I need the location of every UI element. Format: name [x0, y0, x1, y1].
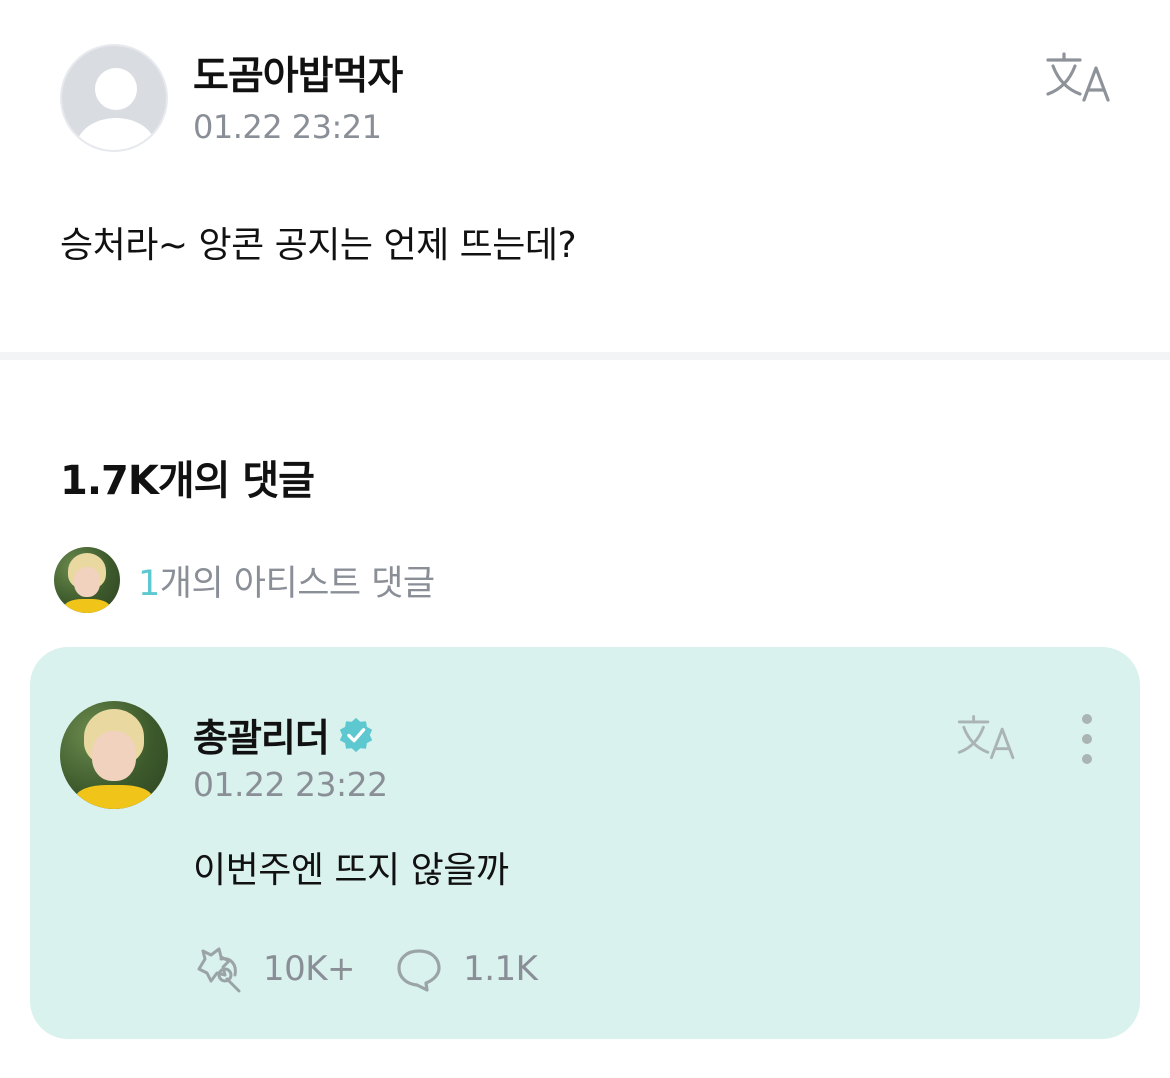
default-avatar-icon[interactable]	[60, 44, 168, 152]
translate-icon[interactable]	[1044, 50, 1114, 106]
comment-actions: 10K+ 1.1K	[193, 945, 538, 993]
comment-bubble-icon	[397, 949, 441, 992]
post-body-text: 승처라~ 앙콘 공지는 언제 뜨는데?	[60, 225, 577, 266]
section-divider	[0, 352, 1170, 360]
comment-author-row: 총괄리더	[193, 707, 375, 762]
reply-count: 1.1K	[463, 949, 538, 989]
artist-avatar[interactable]	[60, 701, 168, 809]
cheer-icon	[197, 947, 241, 993]
artist-thumbnail-avatar	[54, 547, 120, 613]
comment-timestamp: 01.22 23:22	[193, 765, 388, 804]
post-author-name[interactable]: 도곰아밥먹자	[193, 45, 403, 101]
more-vertical-icon[interactable]	[1072, 713, 1102, 765]
artist-comments-filter[interactable]: 1개의 아티스트 댓글	[54, 547, 435, 613]
verified-badge-icon	[339, 717, 372, 752]
comment-author-name[interactable]: 총괄리더	[193, 707, 330, 762]
post-timestamp: 01.22 23:21	[193, 108, 382, 146]
artist-comments-count: 1	[138, 563, 160, 604]
artist-comments-label: 1개의 아티스트 댓글	[138, 555, 435, 606]
comment-body-text: 이번주엔 뜨지 않을까	[193, 850, 509, 891]
translate-icon[interactable]	[955, 713, 1019, 763]
cheer-count: 10K+	[263, 949, 356, 989]
cheer-button[interactable]: 10K+	[193, 945, 356, 993]
reply-button[interactable]: 1.1K	[393, 945, 538, 993]
comments-count-heading: 1.7K개의 댓글	[60, 458, 315, 504]
artist-comment-card: 총괄리더 01.22 23:22 이번주엔 뜨지 않을까 10K+ 1.1K	[30, 647, 1140, 1039]
post-page: 도곰아밥먹자 01.22 23:21 승처라~ 앙콘 공지는 언제 뜨는데? 1…	[0, 0, 1170, 1078]
artist-comments-suffix: 개의 아티스트 댓글	[159, 563, 435, 604]
